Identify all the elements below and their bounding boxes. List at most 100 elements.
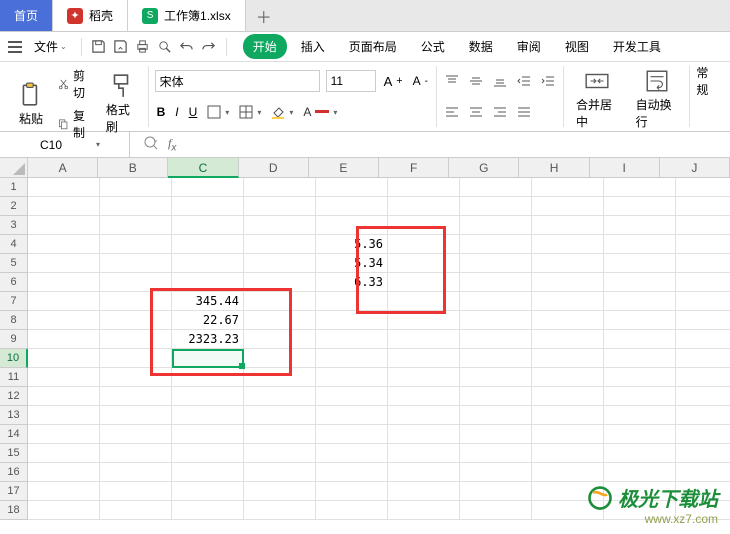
cell-H6[interactable] bbox=[532, 273, 604, 292]
cell-F4[interactable] bbox=[388, 235, 460, 254]
underline-button[interactable]: U bbox=[187, 104, 200, 120]
cell-J6[interactable] bbox=[676, 273, 730, 292]
cell-A15[interactable] bbox=[28, 444, 100, 463]
row-header-18[interactable]: 18 bbox=[0, 501, 28, 520]
row-header-14[interactable]: 14 bbox=[0, 425, 28, 444]
cell-I9[interactable] bbox=[604, 330, 676, 349]
col-header-A[interactable]: A bbox=[28, 158, 98, 178]
font-name-select[interactable] bbox=[155, 70, 320, 92]
cell-G1[interactable] bbox=[460, 178, 532, 197]
fx-icon[interactable]: fx bbox=[168, 136, 176, 153]
cell-D3[interactable] bbox=[244, 216, 316, 235]
cell-C2[interactable] bbox=[172, 197, 244, 216]
cell-E15[interactable] bbox=[316, 444, 388, 463]
cell-C9[interactable]: 2323.23 bbox=[172, 330, 244, 349]
row-header-12[interactable]: 12 bbox=[0, 387, 28, 406]
merge-center-button[interactable]: 合并居中 bbox=[570, 66, 624, 132]
cell-G12[interactable] bbox=[460, 387, 532, 406]
cell-E2[interactable] bbox=[316, 197, 388, 216]
cells-area[interactable]: 5.365.346.33345.4422.672323.23 bbox=[28, 178, 730, 520]
font-color-button[interactable]: A▾ bbox=[301, 104, 339, 120]
cell-A9[interactable] bbox=[28, 330, 100, 349]
cell-I3[interactable] bbox=[604, 216, 676, 235]
row-header-6[interactable]: 6 bbox=[0, 273, 28, 292]
bold-button[interactable]: B bbox=[155, 104, 168, 120]
cell-J15[interactable] bbox=[676, 444, 730, 463]
row-header-10[interactable]: 10 bbox=[0, 349, 28, 368]
cell-B13[interactable] bbox=[100, 406, 172, 425]
cell-E1[interactable] bbox=[316, 178, 388, 197]
align-center-button[interactable] bbox=[467, 104, 485, 120]
tab-workbook[interactable]: S 工作簿1.xlsx bbox=[128, 0, 246, 31]
cell-H14[interactable] bbox=[532, 425, 604, 444]
align-right-button[interactable] bbox=[491, 104, 509, 120]
cell-H12[interactable] bbox=[532, 387, 604, 406]
col-header-F[interactable]: F bbox=[379, 158, 449, 178]
cell-J14[interactable] bbox=[676, 425, 730, 444]
cell-D16[interactable] bbox=[244, 463, 316, 482]
cell-E13[interactable] bbox=[316, 406, 388, 425]
cell-D4[interactable] bbox=[244, 235, 316, 254]
cell-E4[interactable]: 5.36 bbox=[316, 235, 388, 254]
cell-C13[interactable] bbox=[172, 406, 244, 425]
row-header-2[interactable]: 2 bbox=[0, 197, 28, 216]
cell-G9[interactable] bbox=[460, 330, 532, 349]
cell-C12[interactable] bbox=[172, 387, 244, 406]
cell-A3[interactable] bbox=[28, 216, 100, 235]
cell-H9[interactable] bbox=[532, 330, 604, 349]
align-left-button[interactable] bbox=[443, 104, 461, 120]
cell-J10[interactable] bbox=[676, 349, 730, 368]
cell-J5[interactable] bbox=[676, 254, 730, 273]
cell-I8[interactable] bbox=[604, 311, 676, 330]
cell-B3[interactable] bbox=[100, 216, 172, 235]
col-header-C[interactable]: C bbox=[168, 158, 238, 178]
cell-B17[interactable] bbox=[100, 482, 172, 501]
cell-J9[interactable] bbox=[676, 330, 730, 349]
row-header-8[interactable]: 8 bbox=[0, 311, 28, 330]
cell-I14[interactable] bbox=[604, 425, 676, 444]
cell-F14[interactable] bbox=[388, 425, 460, 444]
cell-C10[interactable] bbox=[172, 349, 244, 368]
row-header-16[interactable]: 16 bbox=[0, 463, 28, 482]
ribbon-tab-insert[interactable]: 插入 bbox=[291, 34, 335, 59]
cell-D7[interactable] bbox=[244, 292, 316, 311]
decrease-indent-button[interactable] bbox=[515, 73, 533, 89]
cell-J12[interactable] bbox=[676, 387, 730, 406]
cell-E9[interactable] bbox=[316, 330, 388, 349]
cell-D9[interactable] bbox=[244, 330, 316, 349]
row-header-13[interactable]: 13 bbox=[0, 406, 28, 425]
cell-B1[interactable] bbox=[100, 178, 172, 197]
cell-I16[interactable] bbox=[604, 463, 676, 482]
cell-G10[interactable] bbox=[460, 349, 532, 368]
print-icon[interactable] bbox=[134, 38, 152, 56]
decrease-font-button[interactable]: A- bbox=[411, 73, 430, 89]
cell-F17[interactable] bbox=[388, 482, 460, 501]
increase-font-button[interactable]: A+ bbox=[382, 73, 405, 90]
cell-B2[interactable] bbox=[100, 197, 172, 216]
file-menu[interactable]: 文件 ⌄ bbox=[28, 38, 73, 55]
cell-J16[interactable] bbox=[676, 463, 730, 482]
fill-border-button[interactable]: ▾ bbox=[237, 104, 263, 120]
cell-A8[interactable] bbox=[28, 311, 100, 330]
ribbon-tab-review[interactable]: 审阅 bbox=[507, 34, 551, 59]
number-format-label[interactable]: 常规 bbox=[696, 64, 718, 98]
cell-I7[interactable] bbox=[604, 292, 676, 311]
cell-B16[interactable] bbox=[100, 463, 172, 482]
col-header-B[interactable]: B bbox=[98, 158, 168, 178]
ribbon-tab-layout[interactable]: 页面布局 bbox=[339, 34, 407, 59]
cell-G8[interactable] bbox=[460, 311, 532, 330]
increase-indent-button[interactable] bbox=[539, 73, 557, 89]
cell-D12[interactable] bbox=[244, 387, 316, 406]
cell-G16[interactable] bbox=[460, 463, 532, 482]
cell-F3[interactable] bbox=[388, 216, 460, 235]
cell-D13[interactable] bbox=[244, 406, 316, 425]
cell-J7[interactable] bbox=[676, 292, 730, 311]
row-header-11[interactable]: 11 bbox=[0, 368, 28, 387]
cell-C7[interactable]: 345.44 bbox=[172, 292, 244, 311]
cell-H3[interactable] bbox=[532, 216, 604, 235]
cell-C18[interactable] bbox=[172, 501, 244, 520]
cell-A13[interactable] bbox=[28, 406, 100, 425]
save-icon[interactable] bbox=[90, 38, 108, 56]
cell-G11[interactable] bbox=[460, 368, 532, 387]
cell-D5[interactable] bbox=[244, 254, 316, 273]
